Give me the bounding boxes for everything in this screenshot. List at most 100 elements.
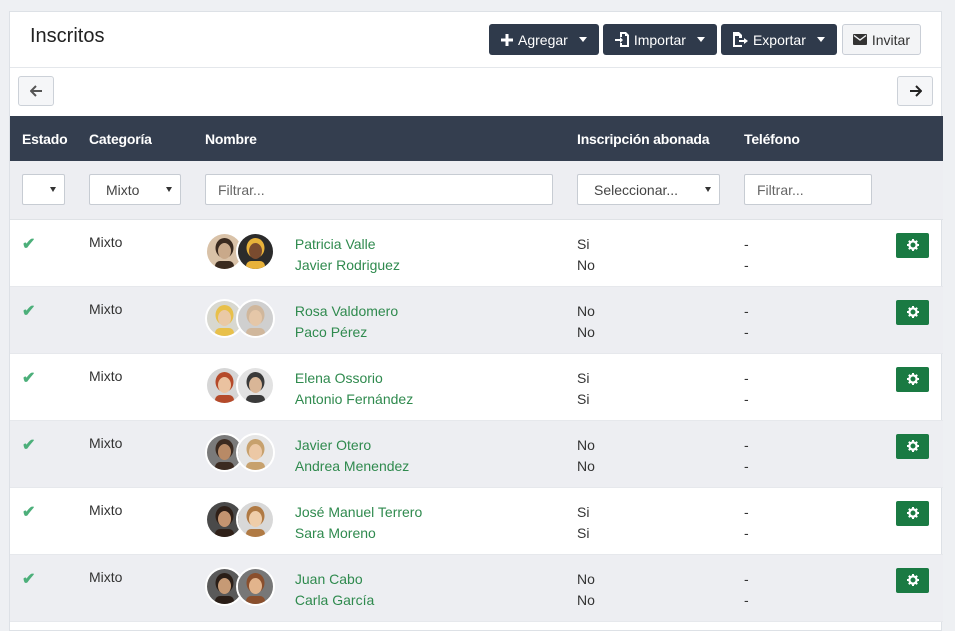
page-title: Inscritos (30, 25, 105, 47)
export-button[interactable]: Exportar (720, 24, 837, 55)
player-name-link[interactable]: Andrea Menendez (295, 456, 409, 477)
player-name-link[interactable]: Rosa Valdomero (295, 301, 398, 322)
avatar (236, 566, 275, 606)
chevron-down-icon (705, 187, 711, 193)
chevron-down-icon (696, 37, 705, 42)
pair-names: José Manuel Terrero Sara Moreno (295, 502, 422, 544)
inscripcion-value: Si (577, 235, 590, 252)
categoria-filter-value: Mixto (106, 181, 140, 198)
next-page-button[interactable] (897, 76, 933, 106)
inscripcion-value: Si (577, 390, 590, 407)
inscripcion-value: No (577, 256, 595, 273)
player-name-link[interactable]: Carla García (295, 590, 374, 611)
telefono-cell: - - (744, 234, 884, 276)
gear-icon (906, 574, 919, 586)
row-settings-button[interactable] (896, 433, 929, 459)
player-name-link[interactable]: Juan Cabo (295, 569, 374, 590)
telefono-value: - (744, 570, 749, 587)
pair-avatars (205, 499, 275, 539)
inscripcion-value: Si (577, 524, 590, 541)
invite-button[interactable]: Invitar (841, 24, 921, 55)
column-header-telefono[interactable]: Teléfono (732, 116, 884, 161)
export-icon (732, 32, 748, 47)
player-name-link[interactable]: Paco Pérez (295, 322, 398, 343)
telefono-value: - (744, 503, 749, 520)
table-header-row: Estado Categoría Nombre Inscripción abon… (10, 116, 943, 161)
telefono-value: - (744, 302, 749, 319)
categoria-filter-select[interactable]: Mixto (89, 174, 181, 206)
inscripcion-value: No (577, 302, 595, 319)
pair-avatars (205, 298, 275, 338)
estado-filter-select[interactable] (22, 174, 65, 206)
telefono-value: - (744, 256, 749, 273)
avatar (236, 231, 275, 271)
column-header-nombre[interactable]: Nombre (193, 116, 565, 161)
telefono-filter-input[interactable]: Filtrar... (744, 174, 872, 206)
row-settings-button[interactable] (896, 500, 929, 526)
plus-icon (501, 33, 514, 46)
categoria-cell: Mixto (89, 568, 123, 585)
inscripcion-cell: Si Si (577, 368, 732, 410)
add-button[interactable]: Agregar (489, 24, 599, 55)
previous-page-button[interactable] (18, 76, 54, 106)
pagination-row (10, 68, 941, 116)
player-name-link[interactable]: Patricia Valle (295, 234, 400, 255)
inscripcion-filter-select[interactable]: Seleccionar... (577, 174, 720, 206)
inscripcion-filter-value: Seleccionar... (594, 181, 679, 198)
nombre-filter-input[interactable]: Filtrar... (205, 174, 553, 206)
table-row: ✔ Mixto Rosa Valdomero Paco Pérez No No (10, 286, 943, 354)
categoria-cell: Mixto (89, 367, 123, 384)
telefono-value: - (744, 235, 749, 252)
table-row: ✔ Mixto Javier Otero Andrea Menendez No … (10, 420, 943, 488)
inscripcion-value: Si (577, 369, 590, 386)
categoria-cell: Mixto (89, 434, 123, 451)
telefono-cell: - - (744, 368, 884, 410)
gear-icon (906, 239, 919, 251)
column-header-estado[interactable]: Estado (10, 116, 77, 161)
filter-row: Mixto Filtrar... Seleccionar... Filtrar.… (10, 161, 943, 220)
player-name-link[interactable]: José Manuel Terrero (295, 502, 422, 523)
avatar (236, 499, 275, 539)
telefono-cell: - - (744, 569, 884, 611)
table-row: ✔ Mixto Juan Cabo Carla García No No - - (10, 554, 943, 622)
check-icon: ✔ (22, 436, 36, 454)
inscritos-panel: Inscritos Agregar Importar Exportar Invi… (9, 11, 943, 631)
column-header-categoria[interactable]: Categoría (77, 116, 193, 161)
import-icon (614, 32, 629, 47)
inscripcion-value: Si (577, 503, 590, 520)
inscripcion-cell: No No (577, 301, 732, 343)
inscripcion-value: No (577, 436, 595, 453)
pair-avatars (205, 231, 275, 271)
inscripcion-value: No (577, 323, 595, 340)
pair-avatars (205, 566, 275, 606)
categoria-cell: Mixto (89, 233, 123, 250)
telefono-cell: - - (744, 502, 884, 544)
arrow-left-icon (29, 85, 42, 97)
envelope-icon (852, 34, 867, 45)
row-settings-button[interactable] (896, 366, 929, 392)
player-name-link[interactable]: Elena Ossorio (295, 368, 413, 389)
player-name-link[interactable]: Sara Moreno (295, 523, 422, 544)
gear-icon (906, 306, 919, 318)
row-settings-button[interactable] (896, 232, 929, 258)
row-settings-button[interactable] (896, 299, 929, 325)
row-settings-button[interactable] (896, 567, 929, 593)
invite-button-label: Invitar (871, 31, 910, 48)
chevron-down-icon (816, 37, 825, 42)
check-icon: ✔ (22, 235, 36, 253)
column-header-inscripcion[interactable]: Inscripción abonada (565, 116, 732, 161)
telefono-filter-placeholder: Filtrar... (757, 181, 804, 198)
chevron-down-icon (166, 187, 172, 193)
player-name-link[interactable]: Antonio Fernández (295, 389, 413, 410)
player-name-link[interactable]: Javier Otero (295, 435, 409, 456)
inscripcion-value: No (577, 570, 595, 587)
player-name-link[interactable]: Javier Rodriguez (295, 255, 400, 276)
check-icon: ✔ (22, 503, 36, 521)
telefono-value: - (744, 323, 749, 340)
check-icon: ✔ (22, 302, 36, 320)
inscripcion-cell: Si No (577, 234, 732, 276)
categoria-cell: Mixto (89, 300, 123, 317)
inscritos-table: Estado Categoría Nombre Inscripción abon… (10, 116, 943, 622)
import-button[interactable]: Importar (602, 24, 717, 55)
add-button-label: Agregar (518, 31, 568, 48)
